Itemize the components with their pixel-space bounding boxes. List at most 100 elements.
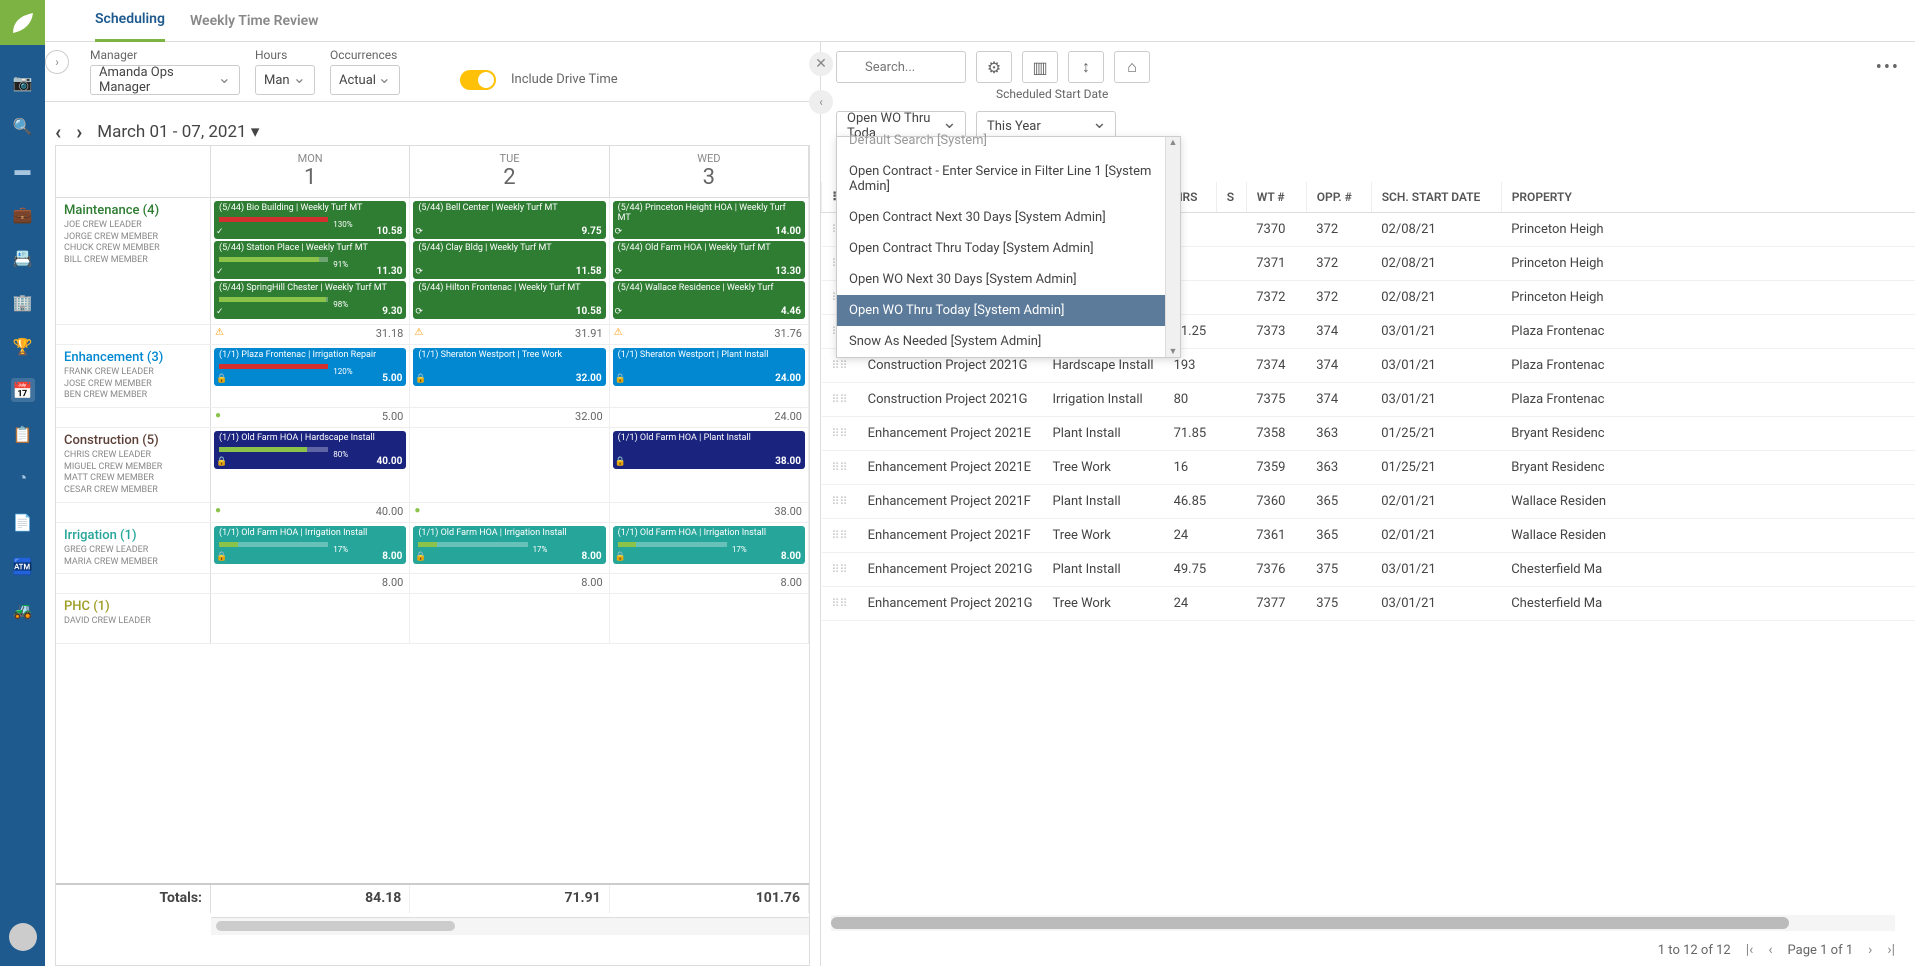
hours-select[interactable]: Man	[255, 65, 315, 95]
occurrences-select[interactable]: Actual	[330, 65, 400, 95]
drag-handle[interactable]: ⠿⠿	[822, 587, 858, 621]
columns-button[interactable]: ▥	[1022, 51, 1058, 83]
task-card[interactable]: ⟳(5/44) Clay Bldg | Weekly Turf MT11.58	[413, 241, 605, 279]
report-icon[interactable]: 📄	[11, 510, 35, 534]
table-row[interactable]: ⠿⠿Enhancement Project 2021FTree Work2473…	[822, 519, 1915, 553]
crew-enhancement[interactable]: Enhancement (3)	[64, 350, 202, 365]
schedule-icon[interactable]: 📅	[11, 378, 35, 402]
task-card[interactable]: 🔒(1/1) Plaza Frontenac | Irrigation Repa…	[214, 348, 406, 386]
dropdown-option[interactable]: Open Contract - Enter Service in Filter …	[837, 156, 1180, 202]
total-mon: 84.18	[211, 885, 410, 913]
crew-phc[interactable]: PHC (1)	[64, 599, 202, 614]
task-card[interactable]: 🔒(1/1) Old Farm HOA | Hardscape Install8…	[214, 431, 406, 469]
tab-scheduling[interactable]: Scheduling	[95, 0, 165, 42]
column-header[interactable]: PROPERTY	[1501, 182, 1915, 213]
column-header[interactable]: SCH. START DATE	[1371, 182, 1501, 213]
first-page-button[interactable]: |‹	[1746, 942, 1754, 958]
dropdown-option[interactable]: Default Search [System]	[837, 125, 1180, 156]
prev-week-button[interactable]: ‹	[55, 120, 61, 144]
drag-handle[interactable]: ⠿⠿	[822, 417, 858, 451]
drag-handle[interactable]: ⠿⠿	[822, 383, 858, 417]
task-card[interactable]: ⟳(5/44) Hilton Frontenac | Weekly Turf M…	[413, 281, 605, 319]
atm-icon[interactable]: 🏧	[11, 554, 35, 578]
task-card[interactable]: 🔒(1/1) Old Farm HOA | Irrigation Install…	[214, 526, 406, 564]
dropdown-option[interactable]: Open Contract Thru Today [System Admin]	[837, 233, 1180, 264]
saved-search-dropdown: Default Search [System]Open Contract - E…	[836, 136, 1181, 358]
chart-icon[interactable]: ◔	[11, 466, 35, 490]
table-row[interactable]: ⠿⠿Enhancement Project 2021ETree Work1673…	[822, 451, 1915, 485]
equipment-icon[interactable]: 🚜	[11, 598, 35, 622]
drive-time-toggle[interactable]	[460, 70, 496, 90]
manager-select[interactable]: Amanda Ops Manager	[90, 65, 240, 95]
collapse-panel-button[interactable]: ‹	[809, 90, 833, 114]
building-icon[interactable]: 🏢	[11, 290, 35, 314]
table-row[interactable]: ⠿⠿Enhancement Project 2021FPlant Install…	[822, 485, 1915, 519]
briefcase-icon[interactable]: 💼	[11, 202, 35, 226]
app-logo[interactable]	[0, 0, 45, 45]
task-card[interactable]: ⟳(5/44) Princeton Height HOA | Weekly Tu…	[613, 201, 805, 239]
task-card[interactable]: ⟳(5/44) Wallace Residence | Weekly Turf4…	[613, 281, 805, 319]
table-row[interactable]: ⠿⠿Enhancement Project 2021GTree Work2473…	[822, 587, 1915, 621]
dropdown-option[interactable]: Snow As Needed [System Admin]	[837, 326, 1180, 357]
day-header-wed[interactable]: WED3	[610, 146, 809, 197]
column-header[interactable]: S	[1216, 182, 1246, 213]
hierarchy-button[interactable]: ⌂	[1114, 51, 1150, 83]
close-panel-button[interactable]: ✕	[809, 52, 833, 76]
task-card[interactable]: 🔒(1/1) Old Farm HOA | Irrigation Install…	[413, 526, 605, 564]
task-card[interactable]: ⟳(5/44) Old Farm HOA | Weekly Turf MT13.…	[613, 241, 805, 279]
dropdown-option[interactable]: Open WO Thru Today [System Admin]	[837, 295, 1180, 326]
task-card[interactable]: ⟳(5/44) Bell Center | Weekly Turf MT9.75	[413, 201, 605, 239]
task-card[interactable]: 🔒(1/1) Old Farm HOA | Irrigation Install…	[613, 526, 805, 564]
user-avatar[interactable]	[9, 923, 37, 951]
crew-construction[interactable]: Construction (5)	[64, 433, 202, 448]
schedule-hscrollbar[interactable]	[211, 917, 809, 935]
occurrences-label: Occurrences	[330, 48, 400, 62]
crew-maintenance[interactable]: Maintenance (4)	[64, 203, 202, 218]
dropdown-option[interactable]: Open Contract Next 30 Days [System Admin…	[837, 202, 1180, 233]
table-hscrollbar[interactable]	[831, 915, 1895, 931]
next-page-button[interactable]: ›	[1868, 942, 1872, 958]
sort-button[interactable]: ↕	[1068, 51, 1104, 83]
drag-handle[interactable]: ⠿⠿	[822, 485, 858, 519]
prev-page-button[interactable]: ‹	[1768, 942, 1772, 958]
record-count: 1 to 12 of 12	[1658, 943, 1731, 958]
date-range-picker[interactable]: March 01 - 07, 2021 ▾	[97, 122, 259, 142]
dropdown-scrollbar[interactable]	[1165, 137, 1180, 357]
last-page-button[interactable]: ›|	[1887, 942, 1895, 958]
column-header[interactable]: WT #	[1246, 182, 1306, 213]
drag-handle[interactable]: ⠿⠿	[822, 451, 858, 485]
task-card[interactable]: 🔒(1/1) Old Farm HOA | Plant Install38.00	[613, 431, 805, 469]
table-row[interactable]: ⠿⠿Enhancement Project 2021GPlant Install…	[822, 553, 1915, 587]
task-card[interactable]: ✓(5/44) SpringHill Chester | Weekly Turf…	[214, 281, 406, 319]
day-header-tue[interactable]: TUE2	[410, 146, 609, 197]
expand-sidebar-button[interactable]: ›	[45, 50, 69, 74]
clipboard-icon[interactable]: 📋	[11, 422, 35, 446]
search-icon[interactable]: 🔍	[11, 114, 35, 138]
table-row[interactable]: ⠿⠿Construction Project 2021GIrrigation I…	[822, 383, 1915, 417]
search-input[interactable]	[836, 51, 966, 83]
tab-weekly-review[interactable]: Weekly Time Review	[190, 1, 319, 41]
dropdown-option[interactable]: Open WO Next 30 Days [System Admin]	[837, 264, 1180, 295]
drive-time-label: Include Drive Time	[511, 72, 618, 87]
pagination: 1 to 12 of 12 |‹ ‹ Page 1 of 1 › ›|	[1658, 942, 1895, 958]
trophy-icon[interactable]: 🏆	[11, 334, 35, 358]
task-card[interactable]: 🔒(1/1) Sheraton Westport | Plant Install…	[613, 348, 805, 386]
more-options-button[interactable]: •••	[1876, 57, 1900, 78]
filter-settings-button[interactable]: ⚙	[976, 51, 1012, 83]
calendar-icon[interactable]: ▬	[11, 158, 35, 182]
task-card[interactable]: ✓(5/44) Station Place | Weekly Turf MT91…	[214, 241, 406, 279]
page-indicator: Page 1 of 1	[1788, 943, 1854, 958]
drag-handle[interactable]: ⠿⠿	[822, 553, 858, 587]
task-card[interactable]: 🔒(1/1) Sheraton Westport | Tree Work32.0…	[413, 348, 605, 386]
crew-members: JOE CREW LEADER JORGE CREW MEMBER CHUCK …	[64, 220, 202, 267]
work-orders-panel: ✕ ‹ ⚙ ▥ ↕ ⌂ ••• Scheduled Start Date Ope…	[820, 42, 1915, 966]
table-row[interactable]: ⠿⠿Enhancement Project 2021EPlant Install…	[822, 417, 1915, 451]
day-header-mon[interactable]: MON1	[211, 146, 410, 197]
task-card[interactable]: ✓(5/44) Bio Building | Weekly Turf MT130…	[214, 201, 406, 239]
next-week-button[interactable]: ›	[76, 120, 82, 144]
crew-irrigation[interactable]: Irrigation (1)	[64, 528, 202, 543]
contact-icon[interactable]: 📇	[11, 246, 35, 270]
column-header[interactable]: OPP. #	[1306, 182, 1371, 213]
drag-handle[interactable]: ⠿⠿	[822, 519, 858, 553]
camera-icon[interactable]: 📷	[11, 70, 35, 94]
